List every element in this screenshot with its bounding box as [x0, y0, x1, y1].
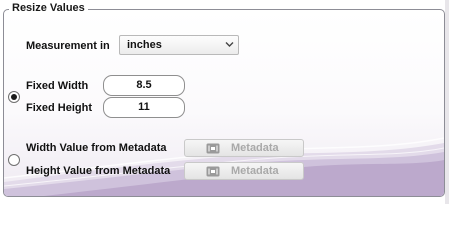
chevron-down-icon	[225, 42, 234, 47]
metadata-tag-icon	[206, 143, 220, 154]
width-metadata-label: Width Value from Metadata	[26, 142, 167, 154]
fixed-width-input[interactable]: 8.5	[103, 75, 185, 96]
measurement-label: Measurement in	[26, 40, 110, 52]
measurement-select-value: inches	[127, 39, 162, 51]
group-title: Resize Values	[9, 2, 88, 15]
fixed-size-radio[interactable]	[8, 91, 20, 103]
metadata-tag-icon	[206, 166, 220, 177]
height-metadata-button-label: Metadata	[231, 165, 279, 177]
fixed-width-label: Fixed Width	[26, 80, 89, 92]
width-metadata-button[interactable]: Metadata	[184, 139, 304, 157]
window-edge	[445, 0, 449, 204]
height-metadata-label: Height Value from Metadata	[26, 165, 171, 177]
radio-selected-dot	[11, 94, 17, 100]
height-metadata-button[interactable]: Metadata	[184, 162, 304, 180]
measurement-select[interactable]: inches	[119, 35, 239, 55]
metadata-radio[interactable]	[8, 154, 20, 166]
fixed-height-label: Fixed Height	[26, 102, 93, 114]
fixed-height-input[interactable]: 11	[103, 97, 185, 118]
width-metadata-button-label: Metadata	[231, 142, 279, 154]
